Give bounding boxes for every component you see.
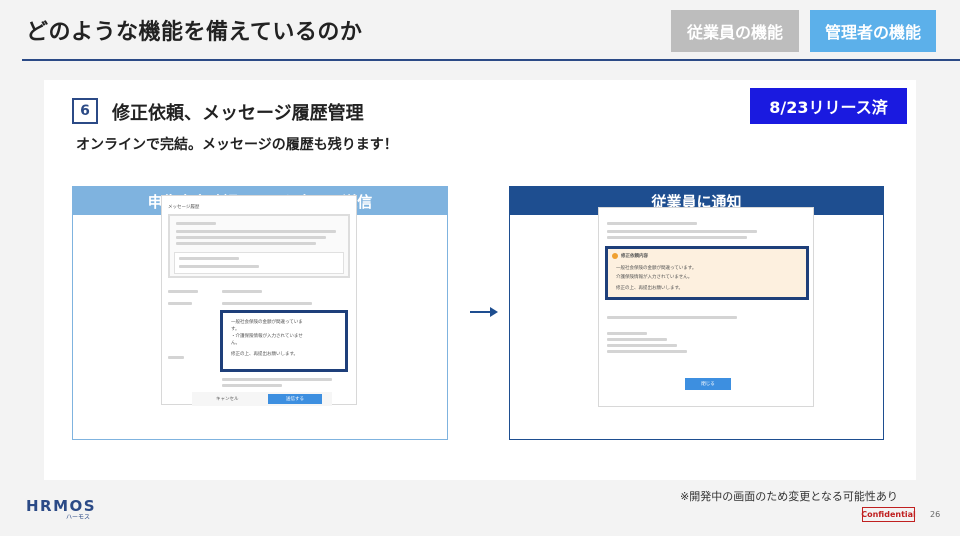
section-subtitle: オンラインで完結。メッセージの履歴も残ります！ (76, 137, 398, 153)
input-screen-mock: メッセージ履歴 一般社会保険の金額が間違っていま す。 ・介護保険情報が入力され… (161, 195, 357, 406)
section-number: 6 (72, 98, 98, 124)
notice-box: 修正依頼内容 一般社会保険の金額が間違っています。 介護保険情報が入力されていま… (605, 246, 809, 300)
confidential-badge: Confidential (861, 507, 916, 522)
release-badge: 8/23リリース済 (750, 88, 907, 124)
close-button[interactable]: 閉じる (685, 378, 731, 390)
message-input[interactable]: 一般社会保険の金額が間違っていま す。 ・介護保険情報が入力されていませ ん。 … (220, 310, 348, 372)
section-title: 修正依頼、メッセージ履歴管理 (112, 103, 364, 124)
input-screen-panel: 申告内容確認画面で入力して送信 メッセージ履歴 一般社会保険の金額が間違っていま… (72, 186, 448, 440)
page-number: 26 (930, 510, 941, 519)
employee-features-tab[interactable]: 従業員の機能 (671, 10, 799, 52)
warning-icon (612, 253, 618, 259)
history-box (168, 214, 350, 278)
hrmos-logo-sub: ハーモス (66, 514, 91, 521)
send-button[interactable]: 送信する (268, 394, 322, 404)
history-heading: メッセージ履歴 (168, 205, 200, 210)
action-bar: キャンセル 送信する (192, 392, 332, 406)
admin-features-tab[interactable]: 管理者の機能 (810, 10, 936, 52)
page-title: どのような機能を備えているのか (26, 20, 363, 45)
header-divider (22, 59, 960, 61)
cancel-button[interactable]: キャンセル (216, 396, 239, 402)
footer-note: ※開発中の画面のため変更となる可能性あり (680, 490, 898, 503)
employee-notice-panel: 従業員に通知 修正依頼内容 一般社会保険の金額が間違っています。 介護保険情報が… (509, 186, 884, 440)
notice-screen-mock: 修正依頼内容 一般社会保険の金額が間違っています。 介護保険情報が入力されていま… (598, 207, 814, 407)
arrow-right-icon (470, 307, 498, 317)
